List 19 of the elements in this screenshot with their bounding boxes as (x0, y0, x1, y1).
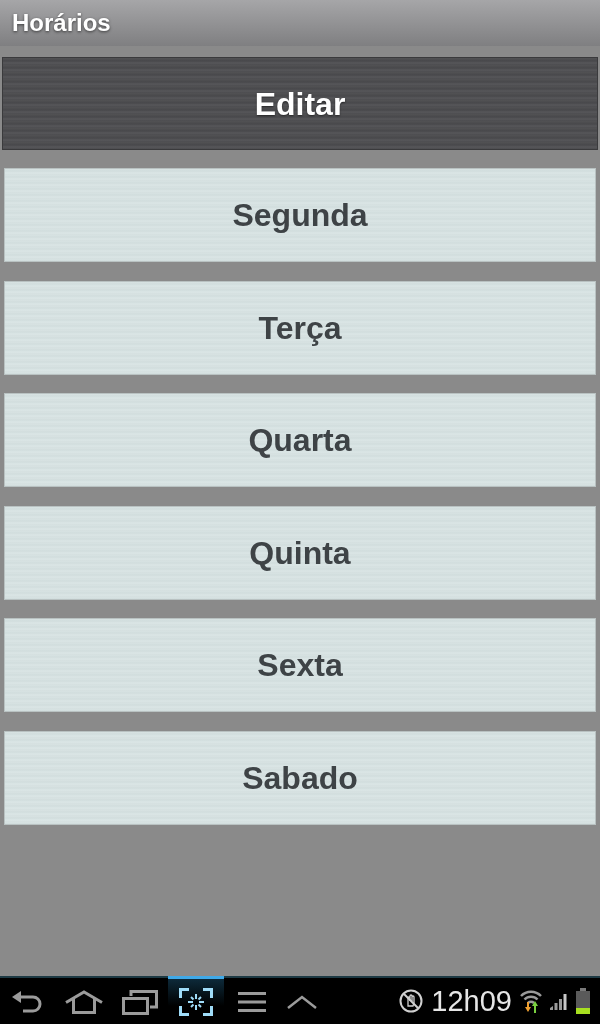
wifi-icon (520, 989, 542, 1013)
day-button[interactable]: Sabado (4, 730, 596, 825)
capture-frame-icon (179, 987, 213, 1016)
caret-up-icon (287, 994, 317, 1009)
clock-time: 12h09 (431, 986, 512, 1016)
recent-apps-icon (122, 988, 158, 1015)
back-icon (12, 990, 44, 1013)
menu-icon (238, 991, 266, 1012)
day-button[interactable]: Quarta (4, 393, 596, 487)
prohibited-hand-icon (399, 989, 424, 1013)
battery-icon (576, 988, 590, 1014)
day-button[interactable]: Segunda (4, 168, 596, 262)
signal-icon (550, 992, 568, 1010)
day-button[interactable]: Sexta (4, 618, 596, 712)
home-icon (64, 989, 104, 1014)
edit-button[interactable]: Editar (2, 57, 598, 150)
day-button[interactable]: Quinta (4, 505, 596, 600)
day-button[interactable]: Terça (4, 280, 596, 375)
window-title: Horários (12, 11, 111, 35)
